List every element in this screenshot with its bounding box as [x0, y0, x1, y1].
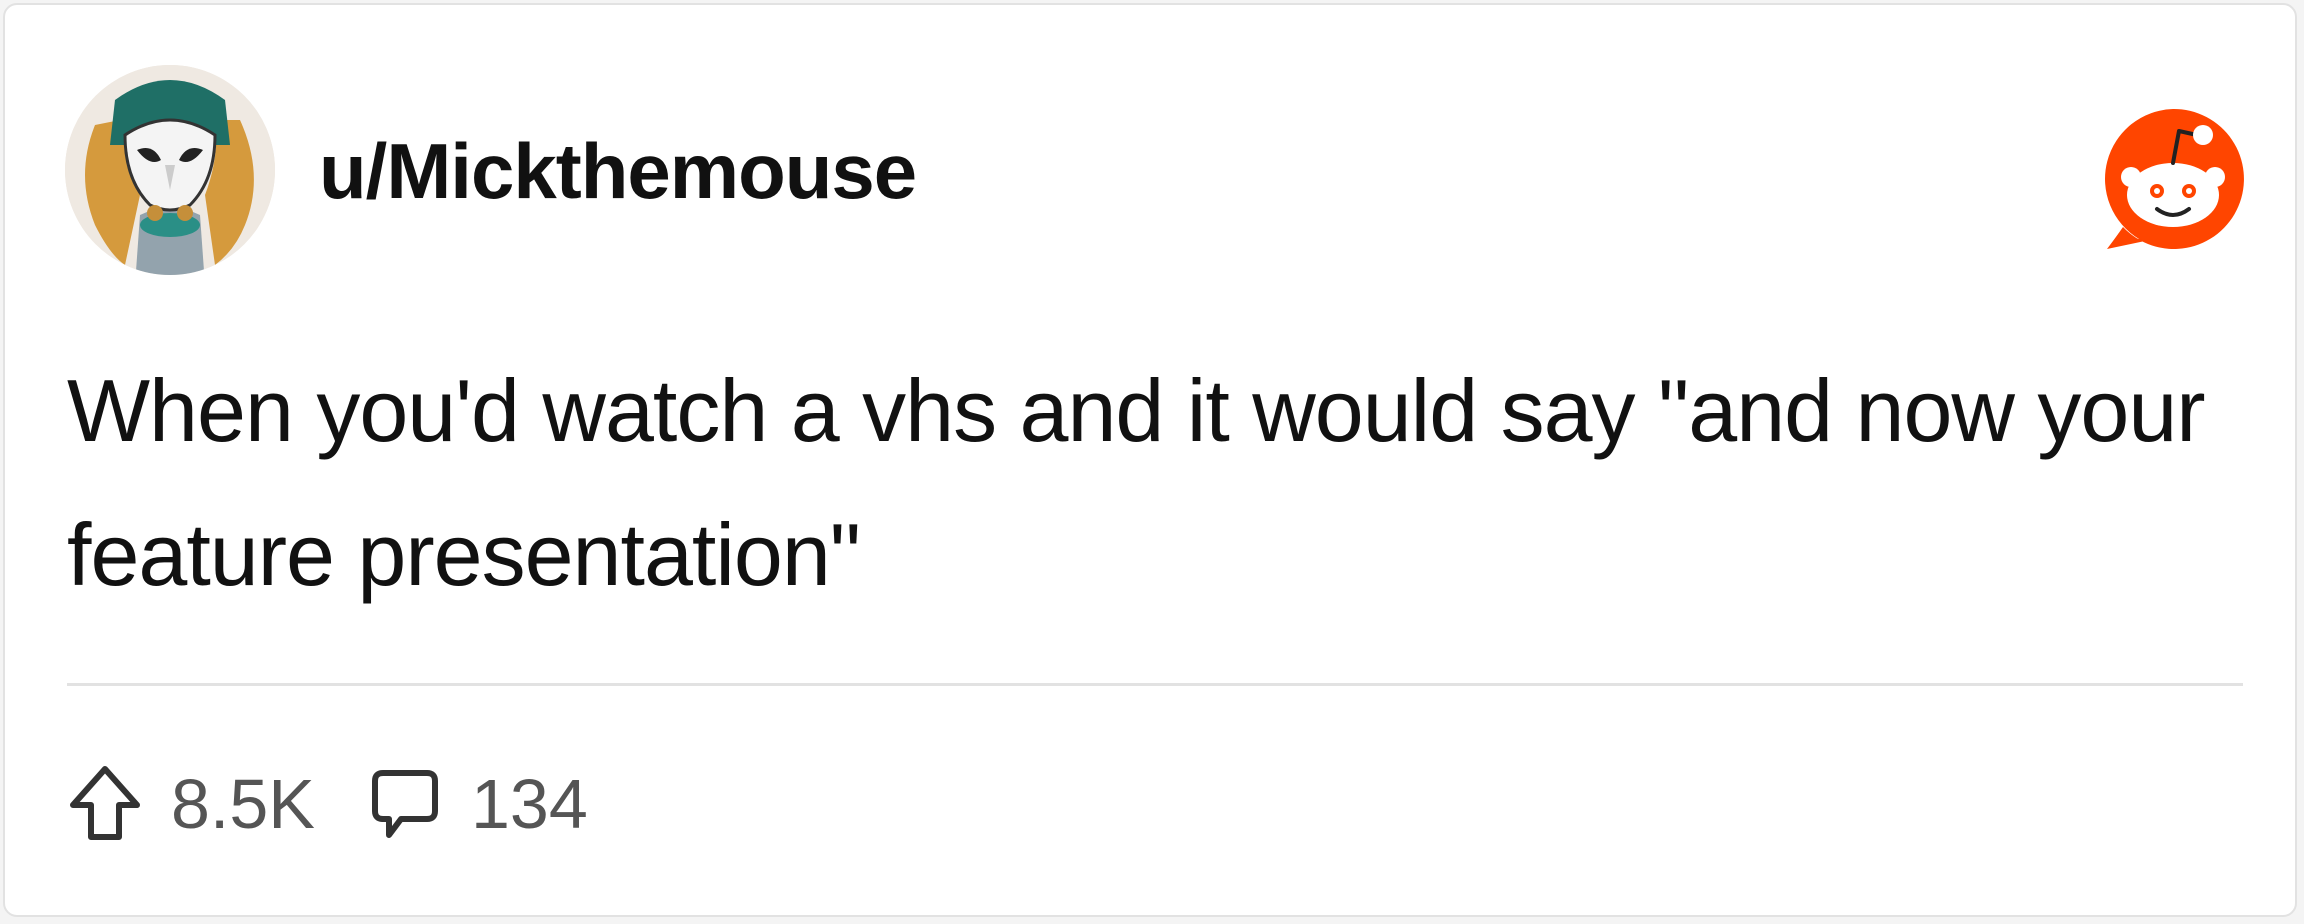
post-text: When you'd watch a vhs and it would say …	[67, 361, 2206, 604]
upvote-arrow-icon[interactable]	[67, 763, 143, 845]
reddit-logo-icon	[2099, 105, 2247, 253]
divider	[67, 683, 2243, 686]
post-card: u/Mickthemouse When you'd watch a vhs an…	[3, 3, 2297, 917]
avatar[interactable]	[65, 65, 275, 275]
avatar-icon	[65, 65, 275, 275]
username[interactable]: u/Mickthemouse	[319, 123, 917, 219]
comment-bubble-icon[interactable]	[367, 763, 443, 845]
upvote-count: 8.5K	[171, 765, 315, 843]
post-stats: 8.5K 134	[67, 759, 640, 849]
comment-count: 134	[471, 765, 588, 843]
